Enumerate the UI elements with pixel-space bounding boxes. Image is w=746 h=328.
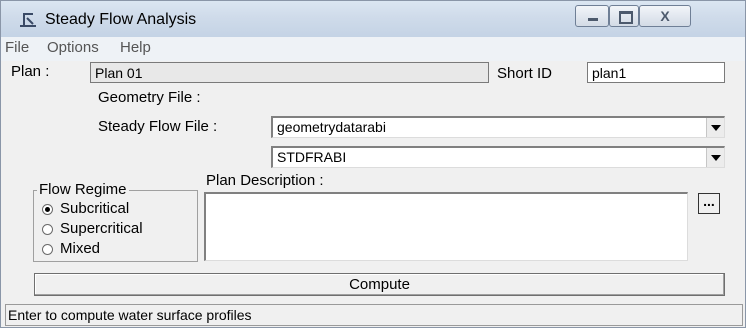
plan-label: Plan : xyxy=(11,63,50,80)
maximize-button[interactable] xyxy=(609,5,639,27)
chevron-down-icon[interactable] xyxy=(706,118,724,137)
status-bar: Enter to compute water surface profiles xyxy=(5,304,743,326)
steady-flow-file-label: Steady Flow File : xyxy=(98,118,218,135)
radio-mixed[interactable]: Mixed xyxy=(42,240,100,257)
geometry-file-value: geometrydatarabi xyxy=(277,119,386,135)
status-text: Enter to compute water surface profiles xyxy=(8,307,252,323)
menu-options[interactable]: Options xyxy=(47,39,99,56)
flow-regime-legend: Flow Regime xyxy=(37,181,129,198)
radio-unchecked-icon[interactable] xyxy=(42,223,53,235)
title-bar[interactable]: Steady Flow Analysis X xyxy=(1,1,745,37)
radio-checked-icon[interactable] xyxy=(42,203,53,215)
menu-help[interactable]: Help xyxy=(120,39,151,56)
radio-unchecked-icon[interactable] xyxy=(42,243,53,255)
menu-file[interactable]: File xyxy=(5,39,29,56)
steady-flow-file-value: STDFRABI xyxy=(277,149,347,165)
close-button[interactable]: X xyxy=(639,5,691,27)
plan-description-input[interactable] xyxy=(204,192,688,261)
steady-flow-file-select[interactable]: STDFRABI xyxy=(271,146,725,168)
chevron-down-icon[interactable] xyxy=(706,148,724,167)
menu-bar: File Options Help xyxy=(1,37,745,61)
close-icon: X xyxy=(660,8,670,24)
radio-supercritical-label: Supercritical xyxy=(60,220,143,237)
plan-description-label: Plan Description : xyxy=(206,172,324,189)
short-id-value: plan1 xyxy=(592,65,627,81)
minimize-button[interactable] xyxy=(575,5,609,27)
plan-value: Plan 01 xyxy=(95,65,143,81)
short-id-label: Short ID xyxy=(497,65,553,82)
plan-field[interactable]: Plan 01 xyxy=(90,62,489,83)
radio-supercritical[interactable]: Supercritical xyxy=(42,220,143,237)
description-ellipsis-button[interactable]: ... xyxy=(698,193,720,214)
short-id-field[interactable]: plan1 xyxy=(587,62,725,83)
radio-mixed-label: Mixed xyxy=(60,240,101,257)
geometry-file-label: Geometry File : xyxy=(98,89,201,106)
compute-button[interactable]: Compute xyxy=(34,273,725,296)
app-icon xyxy=(20,13,36,27)
geometry-file-select[interactable]: geometrydatarabi xyxy=(271,116,725,138)
radio-subcritical[interactable]: Subcritical xyxy=(42,200,129,217)
steady-flow-window: Steady Flow Analysis X File Options Help… xyxy=(0,0,746,328)
radio-subcritical-label: Subcritical xyxy=(60,200,130,217)
window-title: Steady Flow Analysis xyxy=(45,11,197,28)
flow-regime-group: Flow Regime Subcritical Supercritical Mi… xyxy=(33,181,198,262)
